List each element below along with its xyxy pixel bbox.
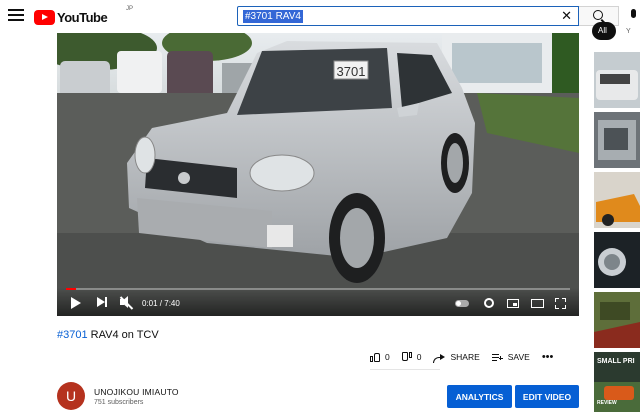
search-input-value: #3701 RAV4 xyxy=(243,10,303,23)
youtube-logo[interactable]: YouTube JP xyxy=(34,6,133,26)
save-button[interactable]: SAVE xyxy=(491,352,530,362)
video-title-hashtag[interactable]: #3701 xyxy=(57,329,88,341)
thumbnail-overlay-text-2: REVIEW xyxy=(597,400,617,406)
logo-text: YouTube xyxy=(57,9,108,25)
time-display: 0:01 / 7:40 xyxy=(142,299,180,308)
next-icon[interactable] xyxy=(97,296,109,310)
analytics-button[interactable]: ANALYTICS xyxy=(447,385,512,408)
channel-name[interactable]: UNOJIKOU IMIAUTO xyxy=(94,387,179,397)
like-count: 0 xyxy=(385,352,390,362)
play-icon[interactable] xyxy=(71,297,81,309)
youtube-play-logo-icon xyxy=(34,9,55,25)
windshield-sticker-number: 3701 xyxy=(337,64,366,79)
thumbs-up-icon xyxy=(370,352,380,362)
video-actions: 0 0 SHARE SAVE ••• xyxy=(370,349,565,365)
filter-chip-all-label: All xyxy=(598,26,607,35)
top-bar: YouTube JP #3701 RAV4 ✕ xyxy=(0,0,640,33)
player-controls xyxy=(57,288,579,316)
filter-chip-next[interactable]: Y xyxy=(626,28,631,35)
recommended-thumbnail[interactable] xyxy=(594,292,640,348)
recommended-thumbnail[interactable] xyxy=(594,52,640,108)
progress-fill xyxy=(66,288,77,290)
search-input[interactable]: #3701 RAV4 ✕ xyxy=(237,6,579,26)
share-icon xyxy=(433,353,446,363)
like-button[interactable]: 0 xyxy=(370,352,390,362)
share-label: SHARE xyxy=(450,352,480,362)
search-icon xyxy=(593,10,603,20)
settings-gear-icon[interactable] xyxy=(484,298,494,308)
save-label: SAVE xyxy=(507,352,530,362)
fullscreen-icon[interactable] xyxy=(555,298,566,309)
thumbnail-overlay-text: SMALL PRI xyxy=(597,358,635,365)
autoplay-toggle-icon[interactable] xyxy=(455,300,469,307)
more-actions-icon[interactable]: ••• xyxy=(542,352,554,363)
video-title-text: RAV4 on TCV xyxy=(87,329,159,341)
clear-search-icon[interactable]: ✕ xyxy=(561,9,572,23)
recommended-thumbnail[interactable]: SMALL PRI REVIEW xyxy=(594,352,640,412)
thumbnail-image xyxy=(594,292,640,348)
thumbnail-image xyxy=(594,172,640,228)
theater-icon[interactable] xyxy=(531,299,544,308)
video-title: #3701 RAV4 on TCV xyxy=(57,329,159,341)
recommended-thumbnail[interactable] xyxy=(594,112,640,168)
recommended-thumbnail[interactable] xyxy=(594,172,640,228)
subscriber-count: 751 subscribers xyxy=(94,399,144,406)
thumbnail-image xyxy=(594,232,640,288)
channel-avatar[interactable]: U xyxy=(57,382,85,410)
logo-country-code: JP xyxy=(126,6,134,12)
thumbnail-image xyxy=(594,52,640,108)
thumbnail-image xyxy=(594,112,640,168)
edit-video-button[interactable]: EDIT VIDEO xyxy=(515,385,579,408)
recommended-thumbnail[interactable] xyxy=(594,232,640,288)
menu-icon[interactable] xyxy=(6,6,26,26)
video-player[interactable]: 3701 0:01 / 7:40 xyxy=(57,33,579,316)
dislike-button[interactable]: 0 xyxy=(402,352,422,362)
share-button[interactable]: SHARE xyxy=(433,352,480,363)
mic-icon[interactable] xyxy=(628,8,640,24)
playlist-add-icon xyxy=(491,353,503,362)
progress-bar[interactable] xyxy=(66,288,570,290)
dislike-count: 0 xyxy=(416,352,422,362)
video-frame-image: 3701 xyxy=(57,33,579,316)
actions-divider xyxy=(370,369,440,370)
filter-chip-all[interactable]: All xyxy=(592,22,616,40)
miniplayer-icon[interactable] xyxy=(507,299,519,308)
thumbs-down-icon xyxy=(402,352,412,362)
